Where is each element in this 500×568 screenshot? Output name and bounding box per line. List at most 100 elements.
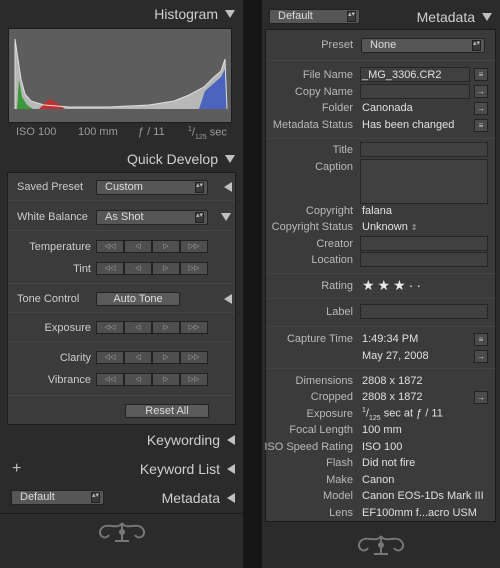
go-arrow-icon[interactable]: →	[474, 85, 488, 98]
keyword-list-title: Keyword List	[139, 461, 220, 477]
histogram-header[interactable]: Histogram	[0, 2, 243, 26]
quick-develop-header[interactable]: Quick Develop	[0, 147, 243, 171]
temperature-increase-large-button[interactable]: ▷▷	[180, 240, 208, 253]
vibrance-increase-button[interactable]: ▷	[152, 373, 180, 386]
right-panel: Default ▴▾ Metadata Preset None ▴▾ File Na…	[262, 0, 500, 568]
exposure-label: Exposure	[44, 322, 91, 334]
temperature-label: Temperature	[29, 241, 91, 253]
quick-develop-box: Saved Preset Custom ▴▾ White Balance As S…	[7, 172, 236, 425]
go-arrow-icon[interactable]: →	[474, 102, 488, 115]
divider	[8, 283, 235, 284]
vibrance-increase-large-button[interactable]: ▷▷	[180, 373, 208, 386]
white-balance-select[interactable]: As Shot ▴▾	[96, 210, 208, 225]
metadata-title: Metadata	[416, 9, 475, 25]
tone-control-label: Tone Control	[17, 293, 80, 305]
exposure-value: 1/125 sec at ƒ / 11	[362, 407, 443, 422]
tint-decrease-large-button[interactable]: ◁◁	[96, 262, 124, 275]
list-icon[interactable]: ≡	[474, 68, 488, 81]
temperature-decrease-large-button[interactable]: ◁◁	[96, 240, 124, 253]
title-field[interactable]	[360, 142, 488, 157]
capture-date-value: May 27, 2008	[362, 350, 429, 362]
focal-length-label: Focal Length	[289, 424, 353, 436]
dimensions-label: Dimensions	[295, 375, 353, 387]
tint-decrease-button[interactable]: ◁	[124, 262, 152, 275]
copy-name-label: Copy Name	[294, 86, 353, 98]
expand-triangle-icon[interactable]	[224, 182, 232, 192]
metadata-header[interactable]: Default ▴▾ Metadata	[262, 5, 500, 29]
divider	[8, 312, 235, 313]
expand-triangle-icon[interactable]	[227, 435, 235, 445]
histogram-focal: 100 mm	[78, 126, 118, 138]
caption-field[interactable]	[360, 159, 488, 204]
creator-field[interactable]	[360, 236, 488, 251]
temperature-decrease-button[interactable]: ◁	[124, 240, 152, 253]
temperature-increase-button[interactable]: ▷	[152, 240, 180, 253]
lens-value: EF100mm f...acro USM	[362, 507, 477, 519]
collapse-triangle-icon[interactable]	[225, 155, 235, 163]
divider	[0, 513, 243, 514]
clarity-decrease-button[interactable]: ◁	[124, 351, 152, 364]
flash-value: Did not fire	[362, 457, 416, 469]
saved-preset-select[interactable]: Custom ▴▾	[96, 180, 208, 195]
exposure-decrease-large-button[interactable]: ◁◁	[96, 321, 124, 334]
tint-increase-button[interactable]: ▷	[152, 262, 180, 275]
reset-all-button[interactable]: Reset All	[125, 404, 209, 418]
histogram-shutter: 1/125 sec	[188, 126, 227, 141]
go-arrow-icon[interactable]: →	[474, 350, 488, 363]
tone-control-row: Tone Control Auto Tone	[8, 290, 235, 308]
vibrance-label: Vibrance	[47, 374, 91, 386]
flash-label: Flash	[326, 457, 353, 469]
copyright-status-label: Copyright Status	[271, 221, 353, 233]
add-keyword-icon[interactable]: +	[12, 460, 21, 478]
metadata-header-left[interactable]: Default ▴▾ Metadata	[0, 486, 243, 510]
list-icon[interactable]: ≡	[474, 119, 488, 132]
exposure-increase-large-button[interactable]: ▷▷	[180, 321, 208, 334]
exposure-increase-button[interactable]: ▷	[152, 321, 180, 334]
model-value: Canon EOS-1Ds Mark III	[362, 490, 484, 502]
copyright-status-select[interactable]: Unknown ⇕	[362, 221, 418, 233]
left-panel: Histogram ISO 100 100 mm ƒ / 11 1/125 se…	[0, 0, 243, 568]
vibrance-decrease-large-button[interactable]: ◁◁	[96, 373, 124, 386]
select-arrows-icon: ▴▾	[195, 212, 204, 223]
divider	[8, 341, 235, 342]
rating-stars[interactable]: ★★★··	[362, 277, 424, 294]
clarity-decrease-large-button[interactable]: ◁◁	[96, 351, 124, 364]
clarity-label: Clarity	[59, 352, 91, 364]
list-icon[interactable]: ≡	[474, 333, 488, 346]
label-label: Label	[326, 306, 353, 318]
go-arrow-icon[interactable]: →	[474, 391, 488, 404]
title-label: Title	[332, 144, 353, 156]
auto-tone-button[interactable]: Auto Tone	[96, 292, 180, 306]
rating-label: Rating	[321, 280, 353, 292]
white-balance-label: White Balance	[17, 211, 88, 223]
metadata-box: Preset None ▴▾ File Name _MG_3306.CR2 ≡ C…	[264, 29, 496, 522]
exposure-decrease-button[interactable]: ◁	[124, 321, 152, 334]
collapse-triangle-icon[interactable]	[225, 10, 235, 18]
keywording-header[interactable]: Keywording	[0, 428, 243, 452]
vibrance-decrease-button[interactable]: ◁	[124, 373, 152, 386]
keyword-list-header[interactable]: + Keyword List	[0, 457, 243, 481]
metadata-status-label: Metadata Status	[272, 119, 353, 131]
tint-increase-large-button[interactable]: ▷▷	[180, 262, 208, 275]
expand-triangle-icon[interactable]	[227, 464, 235, 474]
copy-name-field[interactable]	[360, 84, 470, 99]
divider	[8, 200, 235, 201]
saved-preset-label: Saved Preset	[17, 181, 84, 193]
collapse-triangle-icon[interactable]	[482, 13, 492, 21]
collapse-triangle-icon[interactable]	[221, 213, 231, 221]
clarity-increase-button[interactable]: ▷	[152, 351, 180, 364]
expand-triangle-icon[interactable]	[224, 294, 232, 304]
location-field[interactable]	[360, 252, 488, 267]
preset-label: Preset	[321, 39, 353, 51]
location-label: Location	[311, 254, 353, 266]
metadata-preset-select[interactable]: Default ▴▾	[269, 9, 360, 24]
histogram-iso: ISO 100	[16, 126, 57, 138]
expand-triangle-icon[interactable]	[227, 493, 235, 503]
cropped-label: Cropped	[310, 391, 353, 403]
metadata-preset-select-left[interactable]: Default ▴▾	[11, 490, 104, 505]
clarity-row: Clarity ◁◁ ◁ ▷ ▷▷	[8, 349, 235, 367]
label-field[interactable]	[360, 304, 488, 319]
divider	[266, 326, 495, 327]
clarity-increase-large-button[interactable]: ▷▷	[180, 351, 208, 364]
preset-select[interactable]: None ▴▾	[361, 38, 485, 53]
